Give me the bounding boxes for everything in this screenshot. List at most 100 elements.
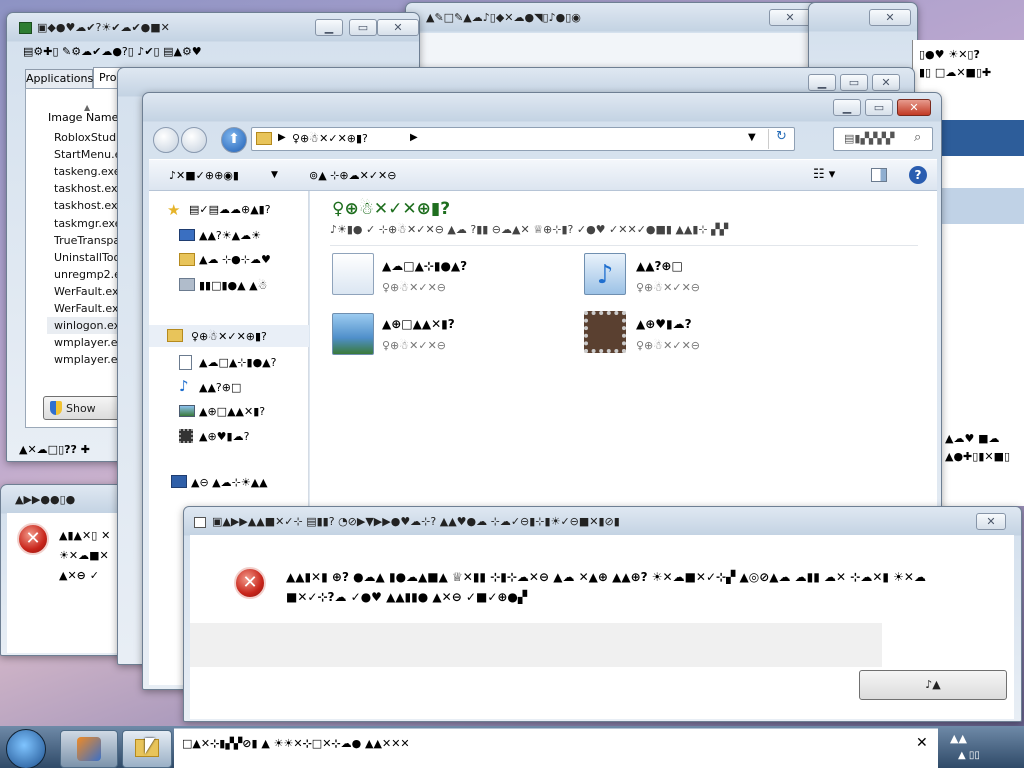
explorer-close-button[interactable]: ✕ — [897, 99, 931, 116]
error-dialog-close-button[interactable]: ✕ — [976, 513, 1006, 530]
error-message: ▲▲▮✕▮ ⊕? ●☁▲ ▮●☁▲■▲ ♕✕▮▮ ⊹▮⊹☁✕⊖ ▲☁ ✕▲⊕ ▲… — [286, 570, 926, 604]
error-button-strip — [190, 623, 882, 667]
task-manager-status: ▲✕☁□▯?? ✚ — [19, 443, 90, 456]
process-row[interactable]: taskeng.exe — [54, 165, 121, 178]
recent-places-icon — [179, 278, 195, 291]
breadcrumb-chevron-icon: ▶ — [278, 132, 286, 143]
nav-item[interactable]: ▲☁ ⊹●⊹☁♥ — [199, 253, 271, 266]
right-frame-close-button[interactable]: ✕ — [869, 9, 911, 26]
folder-icon — [256, 132, 272, 145]
nav-item[interactable]: ▲☁□▲⊹▮●▲? — [199, 356, 276, 369]
mouse-cursor-icon — [145, 738, 155, 754]
forward-button[interactable] — [181, 127, 207, 153]
help-icon[interactable]: ? — [909, 166, 927, 184]
search-icon[interactable]: ⌕ — [914, 130, 921, 145]
explorer-maximize-button[interactable]: ▭ — [865, 99, 893, 116]
error-dialog-client: ✕ ▲▲▮✕▮ ⊕? ●☁▲ ▮●☁▲■▲ ♕✕▮▮ ⊹▮⊹☁✕⊖ ▲☁ ✕▲⊕… — [190, 535, 1014, 719]
side-error-line: ☀✕☁■✕ — [59, 549, 109, 562]
explorer-back-minimize-button[interactable]: ▁ — [808, 74, 836, 91]
right-lower-line: ▲☁♥ ■☁ — [945, 432, 1000, 445]
taskbar-button-media[interactable] — [60, 730, 118, 768]
organize-menu[interactable]: ♪✕■✓⊕⊕◉▮ — [169, 169, 239, 182]
process-row[interactable]: winlogon.exe — [54, 319, 127, 332]
library-name: ▲⊕♥▮☁? — [636, 317, 692, 331]
system-tray: ▲▲ ▲ ▯▯ — [944, 728, 1024, 768]
task-manager-minimize-button[interactable]: ▁ — [315, 19, 343, 36]
task-manager-maximize-button[interactable]: ▭ — [349, 19, 377, 36]
tab-applications[interactable]: Applications — [25, 69, 93, 89]
up-button[interactable]: ⬆ — [221, 127, 247, 153]
right-lower-window[interactable]: ▲☁♥ ■☁ ▲●✚▯▮✕■▯ — [940, 426, 1024, 506]
nav-item[interactable]: ▲▲?⊕□ — [199, 381, 241, 394]
chevron-down-icon: ▼ — [271, 170, 278, 180]
library-type: ♀⊕☃✕✓✕⊖ — [636, 339, 701, 352]
error-icon: ✕ — [234, 567, 266, 599]
nav-homegroup[interactable]: ▲⊖ ▲☁⊹☀▲▲ — [191, 476, 268, 489]
side-error-line: ▲▮▲✕▯ ✕ — [59, 529, 111, 542]
view-options-icon[interactable]: ☷ ▾ — [813, 167, 835, 182]
explorer-back-maximize-button[interactable]: ▭ — [840, 74, 868, 91]
notification-close-icon[interactable]: ✕ — [916, 735, 928, 751]
breadcrumb-libraries[interactable]: ♀⊕☃✕✓✕⊕▮? — [292, 132, 368, 145]
back-button[interactable] — [153, 127, 179, 153]
side-error-title: ▲▶▶●●▯● — [15, 493, 76, 506]
process-row[interactable]: WerFault.exe — [54, 285, 125, 298]
search-placeholder: ▤▮▞▞▞▞ — [844, 132, 895, 145]
task-manager-menubar[interactable]: ▤⚙✚▯ ✎⚙☁✔☁●?▯ ♪✔▯ ▤▲⚙♥ — [23, 45, 202, 58]
new-library-button[interactable]: ⊚▲ ⊹⊕☁✕✓✕⊖ — [309, 169, 396, 182]
preview-pane-icon[interactable] — [871, 168, 887, 182]
nav-item[interactable]: ▮▮□▮●▲ ▲☃ — [199, 279, 267, 292]
ok-button[interactable]: ♪▲ — [859, 670, 1007, 700]
right-window-line: ▯●♥ ☀✕▯? — [919, 48, 980, 61]
videos-icon — [179, 429, 193, 443]
show-processes-label: Show processes — [66, 402, 96, 415]
nav-item[interactable]: ▲⊕♥▮☁? — [199, 430, 249, 443]
task-manager-close-button[interactable]: ✕ — [377, 19, 419, 36]
clock-line[interactable]: ▲ ▯▯ — [958, 750, 980, 761]
library-type: ♀⊕☃✕✓✕⊖ — [382, 281, 447, 294]
process-row[interactable]: taskmgr.exe — [54, 217, 121, 230]
library-type: ♀⊕☃✕✓✕⊖ — [382, 339, 447, 352]
nav-libraries[interactable]: ♀⊕☃✕✓✕⊕▮? — [191, 330, 267, 343]
media-app-icon — [77, 737, 101, 761]
homegroup-icon — [171, 475, 187, 488]
nav-item[interactable]: ▲▲?☀▲☁☀ — [199, 229, 261, 242]
address-dropdown-icon[interactable]: ▼ — [748, 132, 756, 143]
sort-arrow-icon: ▲ — [84, 103, 91, 112]
desktop-icon — [179, 229, 195, 241]
library-type: ♀⊕☃✕✓✕⊖ — [636, 281, 701, 294]
clock-line[interactable]: ▲▲ — [950, 732, 967, 745]
libraries-heading: ♀⊕☃✕✓✕⊕▮? — [332, 199, 451, 219]
refresh-icon[interactable]: ↻ — [768, 129, 794, 149]
library-name: ▲⊕□▲▲✕▮? — [382, 317, 455, 331]
heading-divider — [330, 245, 918, 246]
notification-bar: □▲✕⊹▮▞▞⊘▮ ▲ ☀☀✕⊹□✕⊹☁● ▲▲✕✕✕ ✕ — [174, 728, 938, 768]
star-icon: ★ — [167, 201, 181, 219]
task-manager-icon — [19, 22, 32, 34]
side-error-line: ▲✕⊖ ✓ — [59, 569, 99, 582]
process-row[interactable]: taskhost.exe — [54, 199, 124, 212]
explorer-back-close-button[interactable]: ✕ — [872, 74, 900, 91]
process-row[interactable]: WerFault.exe — [54, 302, 125, 315]
start-button[interactable] — [6, 729, 46, 768]
library-name: ▲☁□▲⊹▮●▲? — [382, 259, 468, 273]
library-name: ▲▲?⊕□ — [636, 259, 683, 273]
error-dialog-title: ▣▲▶▶▲▲■✕✓⊹ ▤▮▮? ◔⊘▶▼▶▶●♥☁⊹? ▲▲♥●☁ ⊹☁✓⊖▮⊹… — [212, 515, 620, 528]
breadcrumb-chevron-icon: ▶ — [410, 132, 418, 143]
libraries-subheading: ♪☀▮● ✓ ⊹⊕☃✕✓✕⊖ ▲☁ ?▮▮ ⊖☁▲✕ ♕⊕⊹▮? ✓●♥ ✓✕✕… — [330, 223, 729, 236]
documents-icon — [179, 355, 192, 370]
music-library-icon: ♪ — [584, 253, 626, 295]
error-dialog-app-icon — [194, 517, 206, 528]
explorer-minimize-button[interactable]: ▁ — [833, 99, 861, 116]
documents-library-icon — [332, 253, 374, 295]
pictures-library-icon — [332, 313, 374, 355]
address-bar[interactable]: ▶ ♀⊕☃✕✓✕⊕▮? ▶ ▼ ↻ — [251, 127, 795, 151]
nav-item[interactable]: ▲⊕□▲▲✕▮? — [199, 405, 265, 418]
process-row[interactable]: taskhost.exe — [54, 182, 124, 195]
background-window-close-button[interactable]: ✕ — [769, 9, 811, 26]
search-box[interactable]: ▤▮▞▞▞▞ ⌕ — [833, 127, 933, 151]
nav-favorites[interactable]: ▤✓▤☁☁⊕▲▮? — [189, 203, 271, 216]
column-header-image-name[interactable]: Image Name — [48, 111, 118, 124]
libraries-icon — [167, 329, 183, 342]
error-dialog[interactable]: ▣▲▶▶▲▲■✕✓⊹ ▤▮▮? ◔⊘▶▼▶▶●♥☁⊹? ▲▲♥●☁ ⊹☁✓⊖▮⊹… — [183, 506, 1022, 722]
